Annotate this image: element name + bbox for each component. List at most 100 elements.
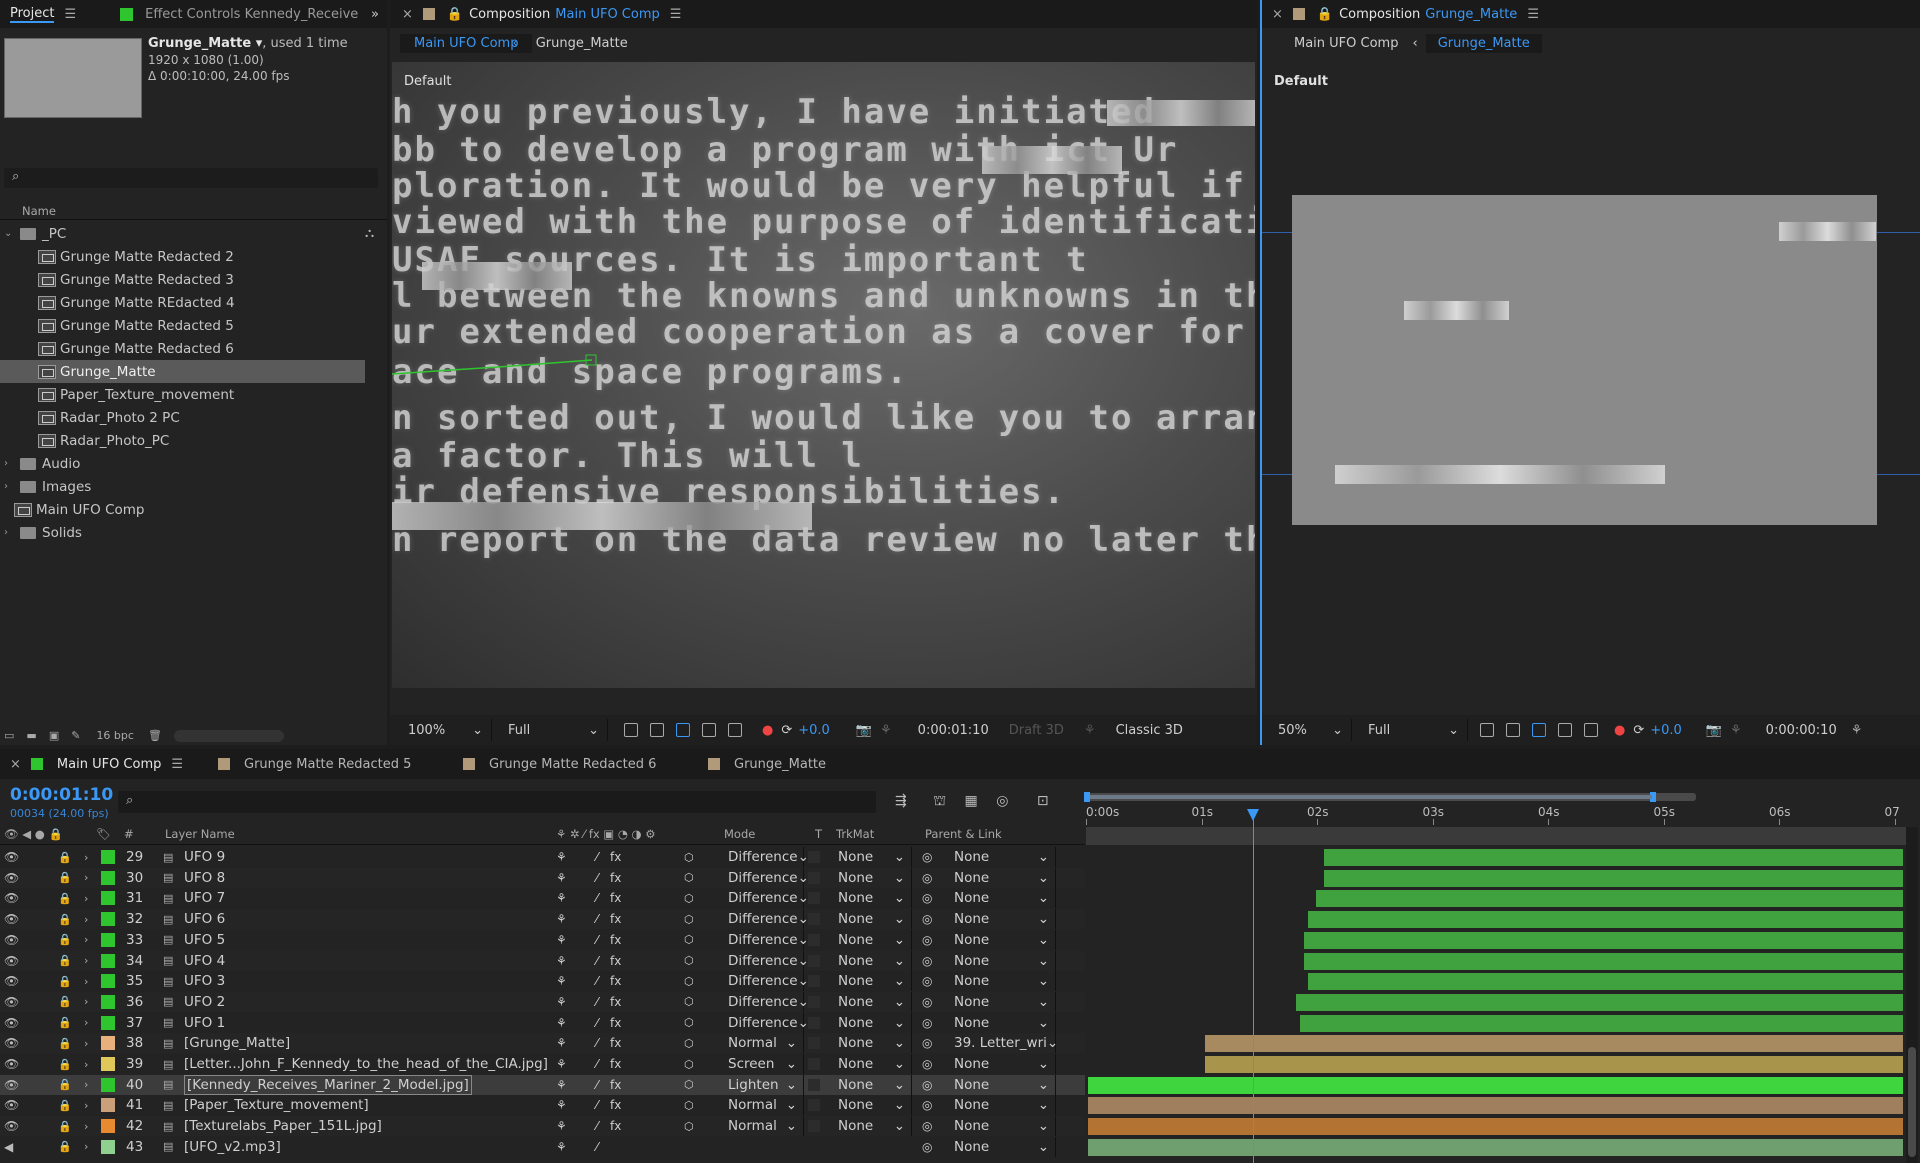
preserve-transparency-box[interactable] (808, 888, 824, 908)
label-color-swatch[interactable] (101, 971, 115, 991)
expand-chevron-icon[interactable]: › (84, 951, 88, 971)
snapshot-icon[interactable]: 📷 (856, 723, 872, 738)
layer-duration-bar[interactable] (1324, 849, 1903, 866)
panel-menu-icon[interactable]: ☰ (1527, 7, 1539, 22)
label-color-swatch[interactable] (101, 868, 115, 888)
fx-icon[interactable]: fx (610, 868, 621, 888)
layer-duration-bar[interactable] (1316, 890, 1903, 908)
parent-dropdown[interactable]: None ⌄ (948, 847, 1056, 867)
fast-previews-icon[interactable] (1480, 723, 1494, 737)
fx-icon[interactable]: fx (610, 888, 621, 908)
track-matte-dropdown[interactable]: None ⌄ (832, 971, 912, 992)
shy-switch-icon[interactable]: ⚘ (556, 1116, 567, 1136)
composition-canvas[interactable]: Default h you previously, I have initiat… (392, 62, 1255, 688)
shy-switch-icon[interactable]: ⚘ (556, 1054, 567, 1074)
chevron-down-icon[interactable]: ⌄ (4, 228, 14, 239)
quality-switch-icon[interactable]: ⁄ (596, 971, 598, 991)
shy-switch-icon[interactable]: ⚘ (556, 971, 567, 991)
close-icon[interactable]: × (10, 757, 21, 772)
pickwhip-icon[interactable]: ◎ (922, 1054, 932, 1074)
label-color-swatch[interactable] (101, 1033, 115, 1053)
quality-switch-icon[interactable]: ⁄ (596, 868, 598, 888)
shy-switch-icon[interactable]: ⚘ (556, 888, 567, 908)
layer-name[interactable]: UFO 5 (184, 930, 225, 950)
3d-layer-icon[interactable]: ⬡ (684, 1075, 694, 1095)
blend-mode-dropdown[interactable]: Difference ⌄ (722, 991, 809, 1012)
layer-duration-bar[interactable] (1204, 1035, 1903, 1053)
preserve-transparency-box[interactable] (808, 1054, 824, 1074)
track-matte-dropdown[interactable]: None ⌄ (832, 1012, 912, 1033)
layer-duration-bar[interactable] (1088, 1118, 1903, 1136)
layer-row[interactable]: 👁 🔒 › 34 ▤ UFO 4 ⚘ ⁄ fx ⬡ Difference ⌄ None ⌄ ◎ None ⌄ (0, 950, 1085, 971)
panel-menu-icon[interactable]: ☰ (670, 7, 682, 22)
header-t[interactable]: T (815, 827, 822, 841)
pickwhip-icon[interactable]: ◎ (922, 1137, 932, 1157)
shy-switch-icon[interactable]: ⚘ (556, 1095, 567, 1115)
layer-name[interactable]: [Paper_Texture_movement] (184, 1095, 369, 1115)
breadcrumb-other[interactable]: Main UFO Comp (1294, 36, 1398, 51)
project-item[interactable]: Grunge Matte REdacted 4 (0, 291, 365, 314)
label-color-swatch[interactable] (101, 1116, 115, 1136)
parent-dropdown[interactable]: None ⌄ (948, 991, 1056, 1012)
zoom-dropdown[interactable]: 50% ⌄ (1270, 719, 1352, 741)
timeline-tab[interactable]: Grunge Matte Redacted 5 (218, 749, 411, 779)
pickwhip-icon[interactable]: ◎ (922, 868, 932, 888)
visibility-eye-icon[interactable]: 👁 (4, 992, 19, 1012)
layer-row[interactable]: 👁 🔒 › 29 ▤ UFO 9 ⚘ ⁄ fx ⬡ Difference ⌄ None ⌄ ◎ None ⌄ (0, 847, 1085, 867)
fx-icon[interactable]: fx (610, 1095, 621, 1115)
quality-switch-icon[interactable]: ⁄ (596, 1054, 598, 1074)
fx-icon[interactable]: fx (610, 1116, 621, 1136)
project-item[interactable]: Main UFO Comp (0, 498, 365, 521)
timeline-tab[interactable]: × Main UFO Comp ☰ (10, 749, 183, 779)
parent-dropdown[interactable]: None ⌄ (948, 1074, 1056, 1095)
frame-blending-icon[interactable]: ▦ (965, 793, 978, 809)
pickwhip-icon[interactable]: ◎ (922, 951, 932, 971)
lock-icon[interactable]: 🔒 (58, 1013, 72, 1033)
visibility-eye-icon[interactable]: 👁 (4, 1075, 19, 1095)
draft-3d-icon[interactable]: ⛫ (933, 793, 946, 809)
quality-switch-icon[interactable]: ⁄ (596, 930, 598, 950)
layer-row[interactable]: 👁 🔒 › 42 ▤ [Texturelabs_Paper_151L.jpg] ⚘ ⁄ fx ⬡ N… (0, 1116, 1085, 1137)
blend-mode-dropdown[interactable]: Screen ⌄ (722, 1054, 804, 1074)
header-num[interactable]: # (124, 827, 134, 841)
fx-icon[interactable]: fx (610, 1033, 621, 1053)
project-item[interactable]: › Images (0, 475, 365, 498)
quality-switch-icon[interactable]: ⁄ (596, 1116, 598, 1136)
3d-layer-icon[interactable]: ⬡ (684, 1033, 694, 1053)
timecode-display[interactable]: 0:00:01:10 (910, 723, 997, 738)
thumbnail-slider[interactable] (173, 729, 284, 742)
quality-switch-icon[interactable]: ⁄ (596, 1095, 598, 1115)
visibility-eye-icon[interactable]: 👁 (4, 1116, 19, 1136)
fx-icon[interactable]: fx (610, 951, 621, 971)
fast-previews-icon[interactable] (624, 723, 638, 737)
layer-row[interactable]: 👁 🔒 › 39 ▤ [Letter...John_F_Kennedy_to_the_he… (0, 1054, 1085, 1074)
pickwhip-icon[interactable]: ◎ (922, 1033, 932, 1053)
visibility-eye-icon[interactable]: 👁 (4, 930, 19, 950)
label-color-swatch[interactable] (101, 1095, 115, 1115)
blend-mode-dropdown[interactable]: Difference ⌄ (722, 1012, 809, 1033)
expand-chevron-icon[interactable]: › (84, 992, 88, 1012)
color-management-icon[interactable]: ⟳ (781, 723, 792, 738)
shy-switch-icon[interactable]: ⚘ (556, 951, 567, 971)
mask-visibility-icon[interactable] (1532, 723, 1546, 737)
project-item[interactable]: Paper_Texture_movement (0, 383, 365, 406)
pickwhip-icon[interactable]: ◎ (922, 971, 932, 991)
layer-duration-bar[interactable] (1088, 1097, 1903, 1115)
expand-chevron-icon[interactable]: › (84, 1054, 88, 1074)
project-item[interactable]: Grunge Matte Redacted 2 (0, 245, 365, 268)
timeline-scrollbar[interactable] (1906, 827, 1918, 1163)
layer-row[interactable]: 👁 🔒 › 36 ▤ UFO 2 ⚘ ⁄ fx ⬡ Difference ⌄ None ⌄ ◎ None ⌄ (0, 991, 1085, 1012)
layer-name[interactable]: [UFO_v2.mp3] (184, 1137, 281, 1157)
label-color-swatch[interactable] (101, 1137, 115, 1157)
channels-icon[interactable]: ● (762, 723, 773, 738)
chevron-right-icon[interactable]: › (4, 481, 14, 492)
blend-mode-dropdown[interactable]: Lighten ⌄ (722, 1074, 804, 1095)
parent-dropdown[interactable]: None ⌄ (948, 1116, 1056, 1137)
track-matte-dropdown[interactable]: None ⌄ (832, 929, 912, 950)
fx-icon[interactable]: fx (610, 992, 621, 1012)
new-comp-icon[interactable]: ▣ (49, 729, 59, 742)
chevron-right-icon[interactable]: › (4, 458, 14, 469)
3d-view-icon[interactable]: ⚘ (1851, 723, 1863, 738)
blend-mode-dropdown[interactable]: Normal ⌄ (722, 1033, 804, 1054)
project-item[interactable]: Grunge Matte Redacted 3 (0, 268, 365, 291)
